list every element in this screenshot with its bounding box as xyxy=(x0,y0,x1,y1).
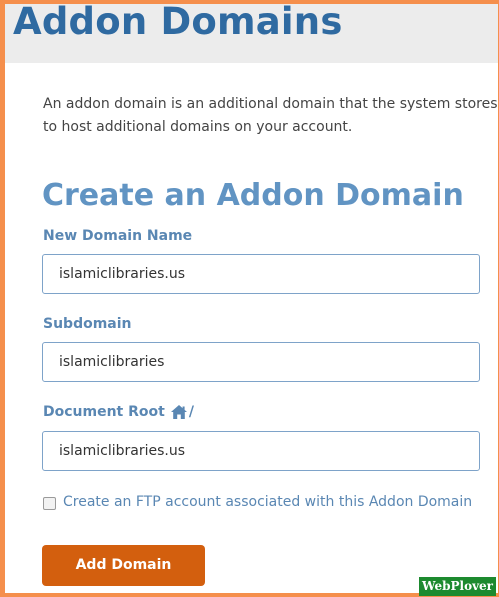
description-line-1: An addon domain is an additional domain … xyxy=(43,96,498,112)
home-icon xyxy=(170,405,187,419)
document-root-separator: / xyxy=(188,404,194,420)
subdomain-input[interactable] xyxy=(42,342,480,382)
page-description: An addon domain is an additional domain … xyxy=(43,93,498,139)
add-domain-button[interactable]: Add Domain xyxy=(42,545,205,586)
new-domain-label: New Domain Name xyxy=(43,228,193,244)
section-title: Create an Addon Domain xyxy=(42,178,464,213)
page-title: Addon Domains xyxy=(13,4,343,43)
document-root-label-row: Document Root / xyxy=(43,404,194,420)
ftp-checkbox[interactable] xyxy=(43,496,56,510)
description-line-2: to host additional domains on your accou… xyxy=(43,119,353,135)
main-panel: Addon Domains An addon domain is an addi… xyxy=(5,4,498,593)
document-root-label: Document Root xyxy=(43,404,165,420)
ftp-checkbox-label[interactable]: Create an FTP account associated with th… xyxy=(63,494,472,510)
new-domain-input[interactable] xyxy=(42,254,480,294)
ftp-checkbox-row[interactable]: Create an FTP account associated with th… xyxy=(43,494,472,510)
subdomain-label: Subdomain xyxy=(43,316,132,332)
webplover-watermark: WebPlover xyxy=(419,577,496,596)
document-root-input[interactable] xyxy=(42,431,480,471)
